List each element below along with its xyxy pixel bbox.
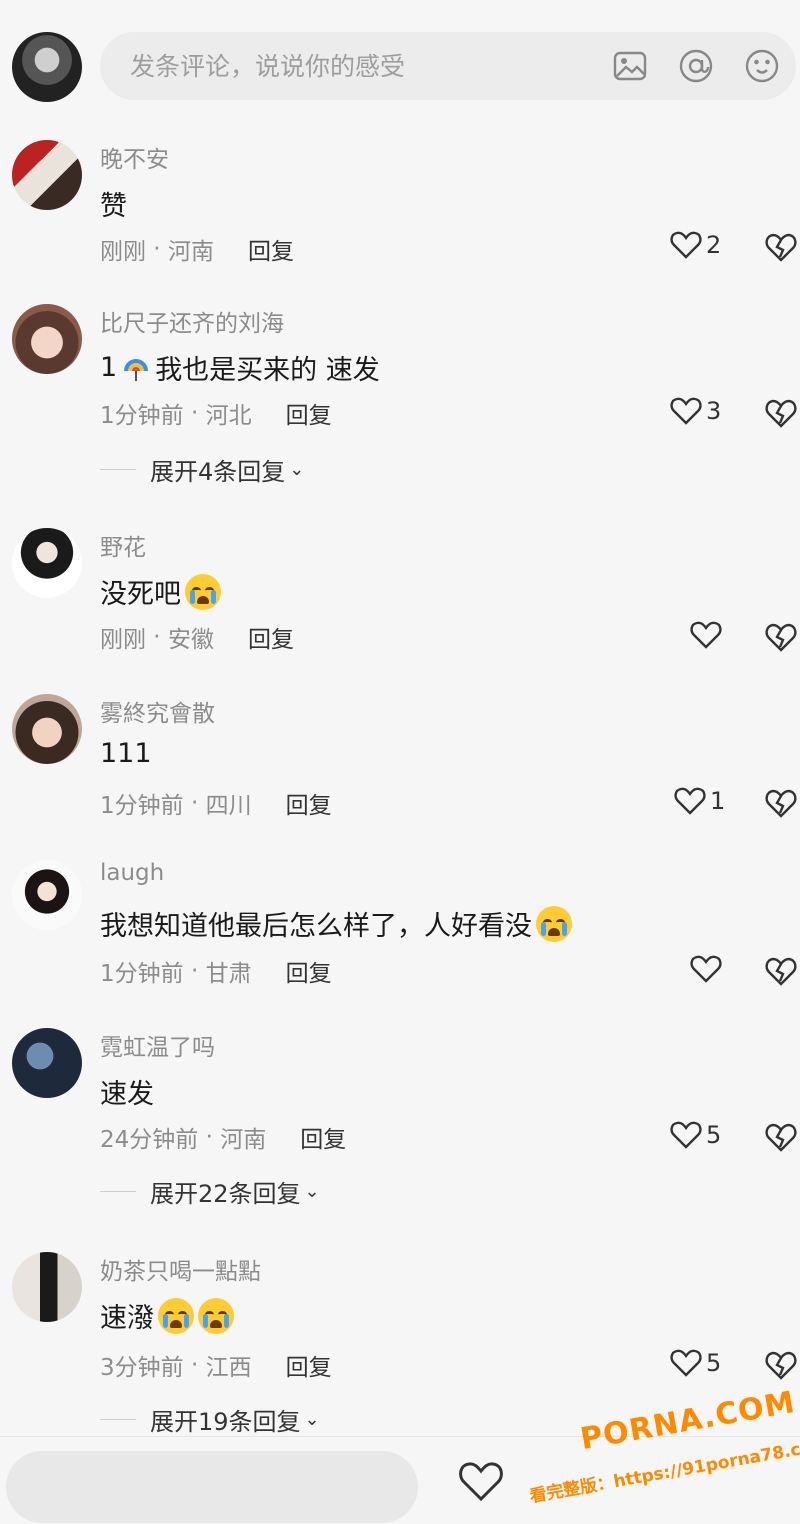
comment-meta: 1分钟前 · 四川 回复 bbox=[100, 786, 332, 820]
comment-input[interactable] bbox=[130, 46, 600, 86]
dislike-icon[interactable] bbox=[764, 954, 798, 988]
heart-icon bbox=[690, 955, 722, 983]
heart-icon bbox=[674, 787, 706, 815]
commenter-avatar[interactable] bbox=[12, 694, 82, 764]
crying-emoji-icon bbox=[198, 1297, 234, 1334]
chevron-down-icon: ⌄ bbox=[304, 1409, 320, 1430]
expand-replies-button[interactable]: 展开19条回复 ⌄ bbox=[100, 1402, 320, 1437]
like-button[interactable]: 2 bbox=[670, 230, 721, 260]
current-user-avatar[interactable] bbox=[12, 32, 82, 102]
commenter-name[interactable]: 雾終究會散 bbox=[100, 694, 215, 728]
bottom-comment-input[interactable] bbox=[6, 1451, 418, 1523]
commenter-name[interactable]: 奶茶只喝一點點 bbox=[100, 1252, 261, 1286]
reply-button[interactable]: 回复 bbox=[248, 232, 294, 266]
crying-emoji-icon bbox=[536, 905, 572, 942]
reply-button[interactable]: 回复 bbox=[248, 620, 294, 654]
commenter-avatar[interactable] bbox=[12, 528, 82, 598]
crying-emoji-icon bbox=[185, 573, 221, 610]
like-count: 1 bbox=[710, 787, 726, 815]
heart-icon bbox=[690, 621, 722, 649]
reply-button[interactable]: 回复 bbox=[286, 396, 332, 430]
heart-icon bbox=[670, 1121, 702, 1149]
dislike-icon[interactable] bbox=[764, 1120, 798, 1154]
comment-input-pill[interactable] bbox=[100, 32, 796, 100]
like-count: 5 bbox=[706, 1349, 722, 1377]
heart-icon bbox=[670, 231, 702, 259]
reply-button[interactable]: 回复 bbox=[300, 1120, 346, 1154]
commenter-avatar[interactable] bbox=[12, 304, 82, 374]
expand-replies-button[interactable]: 展开4条回复 ⌄ bbox=[100, 452, 304, 487]
comment-composer bbox=[0, 0, 800, 130]
reply-button[interactable]: 回复 bbox=[286, 786, 332, 820]
heart-icon[interactable] bbox=[458, 1459, 504, 1503]
emoji-icon[interactable] bbox=[744, 48, 780, 84]
image-icon[interactable] bbox=[612, 48, 648, 84]
rainbow-umbrella-icon bbox=[124, 358, 149, 381]
comment-text: 速潑 bbox=[100, 1296, 234, 1335]
like-count: 2 bbox=[706, 231, 722, 259]
like-button[interactable]: 5 bbox=[670, 1348, 721, 1378]
at-icon[interactable] bbox=[678, 48, 714, 84]
commenter-name[interactable]: 比尺子还齐的刘海 bbox=[100, 304, 284, 338]
like-button[interactable]: 1 bbox=[674, 786, 725, 816]
commenter-name[interactable]: 晚不安 bbox=[100, 140, 169, 174]
comment-meta: 3分钟前 · 江西 回复 bbox=[100, 1348, 332, 1382]
commenter-name[interactable]: 霓虹温了吗 bbox=[100, 1028, 215, 1062]
dislike-icon[interactable] bbox=[764, 620, 798, 654]
comment-text: 111 bbox=[100, 738, 152, 769]
watermark: PORNA.COM 看完整版：https://91porna78.com bbox=[517, 1377, 800, 1524]
like-count: 5 bbox=[706, 1121, 722, 1149]
dislike-icon[interactable] bbox=[764, 230, 798, 264]
like-button[interactable]: 5 bbox=[670, 1120, 721, 1150]
expand-replies-button[interactable]: 展开22条回复 ⌄ bbox=[100, 1174, 320, 1209]
chevron-down-icon: ⌄ bbox=[304, 1181, 320, 1202]
heart-icon bbox=[670, 1349, 702, 1377]
commenter-avatar[interactable] bbox=[12, 1028, 82, 1098]
like-button[interactable] bbox=[690, 954, 726, 984]
comment-text: 我想知道他最后怎么样了，人好看没 bbox=[100, 904, 572, 943]
reply-button[interactable]: 回复 bbox=[286, 1348, 332, 1382]
commenter-name[interactable]: 野花 bbox=[100, 528, 146, 562]
heart-icon bbox=[670, 397, 702, 425]
comment-text: 速发 bbox=[100, 1079, 154, 1110]
commenter-avatar[interactable] bbox=[12, 140, 82, 210]
comment-meta: 刚刚 · 安徽 回复 bbox=[100, 620, 294, 654]
commenter-avatar[interactable] bbox=[12, 860, 82, 930]
like-button[interactable]: 3 bbox=[670, 396, 721, 426]
comment-meta: 刚刚 · 河南 回复 bbox=[100, 232, 294, 266]
commenter-name[interactable]: laugh bbox=[100, 860, 164, 886]
dislike-icon[interactable] bbox=[764, 786, 798, 820]
like-count: 3 bbox=[706, 397, 722, 425]
comment-meta: 1分钟前 · 河北 回复 bbox=[100, 396, 332, 430]
comment-text: 没死吧 bbox=[100, 572, 221, 611]
comment-text: 赞 bbox=[100, 191, 127, 222]
comment-text: 1 我也是买来的 速发 bbox=[100, 352, 380, 386]
like-button[interactable] bbox=[690, 620, 726, 650]
dislike-icon[interactable] bbox=[764, 396, 798, 430]
crying-emoji-icon bbox=[158, 1297, 194, 1334]
comment-meta: 1分钟前 · 甘肃 回复 bbox=[100, 954, 332, 988]
commenter-avatar[interactable] bbox=[12, 1252, 82, 1322]
reply-button[interactable]: 回复 bbox=[286, 954, 332, 988]
chevron-down-icon: ⌄ bbox=[289, 459, 305, 480]
comment-meta: 24分钟前 · 河南 回复 bbox=[100, 1120, 346, 1154]
